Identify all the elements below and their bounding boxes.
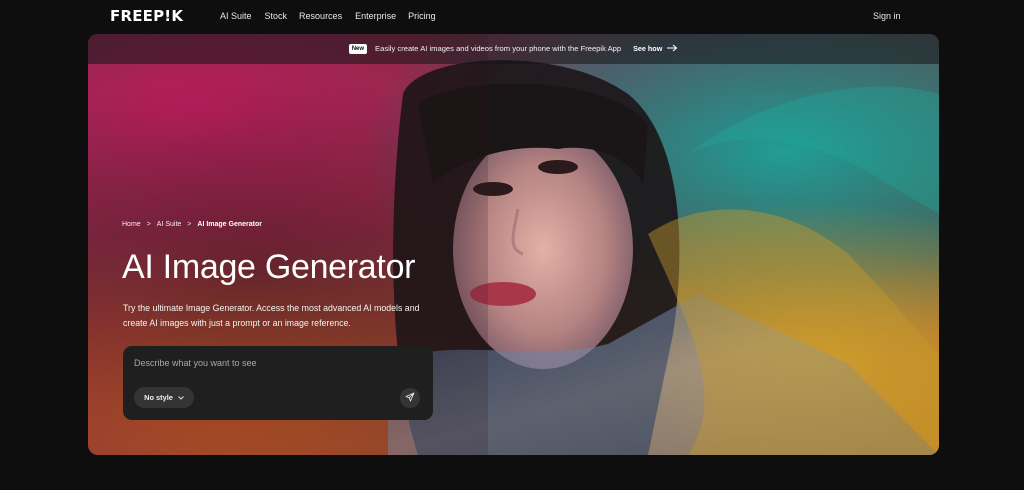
announcement-bar: New Easily create AI images and videos f… (88, 34, 939, 64)
hero-section: New Easily create AI images and videos f… (88, 34, 939, 455)
style-dropdown-button[interactable]: No style (134, 387, 194, 408)
prompt-box: No style (123, 346, 433, 420)
see-how-link[interactable]: See how (633, 44, 678, 55)
style-label: No style (144, 393, 173, 402)
page-title: AI Image Generator (122, 248, 416, 286)
nav-links: AI Suite Stock Resources Enterprise Pric… (220, 10, 436, 22)
prompt-input[interactable] (134, 356, 414, 370)
nav-link-resources[interactable]: Resources (299, 10, 342, 22)
breadcrumb-home[interactable]: Home (122, 220, 141, 229)
nav-link-enterprise[interactable]: Enterprise (355, 10, 396, 22)
breadcrumb: Home > AI Suite > AI Image Generator (122, 220, 262, 229)
breadcrumb-separator: > (187, 221, 192, 228)
arrow-right-icon (667, 44, 678, 55)
breadcrumb-current: AI Image Generator (197, 221, 262, 228)
sign-in-link[interactable]: Sign in (873, 10, 901, 22)
hero-subtitle: Try the ultimate Image Generator. Access… (123, 303, 420, 328)
top-navigation: FREEP!K AI Suite Stock Resources Enterpr… (0, 0, 1024, 32)
send-button[interactable] (400, 388, 420, 408)
nav-link-pricing[interactable]: Pricing (408, 10, 436, 22)
see-how-label: See how (633, 44, 663, 53)
breadcrumb-ai-suite[interactable]: AI Suite (157, 220, 182, 229)
announcement-text: Easily create AI images and videos from … (375, 44, 622, 53)
breadcrumb-separator: > (146, 221, 151, 228)
new-badge: New (348, 44, 368, 54)
chevron-down-icon (178, 393, 184, 402)
freepik-logo[interactable]: FREEP!K (110, 8, 183, 24)
nav-link-stock[interactable]: Stock (265, 10, 288, 22)
nav-link-ai-suite[interactable]: AI Suite (220, 10, 252, 22)
send-icon (405, 389, 415, 407)
